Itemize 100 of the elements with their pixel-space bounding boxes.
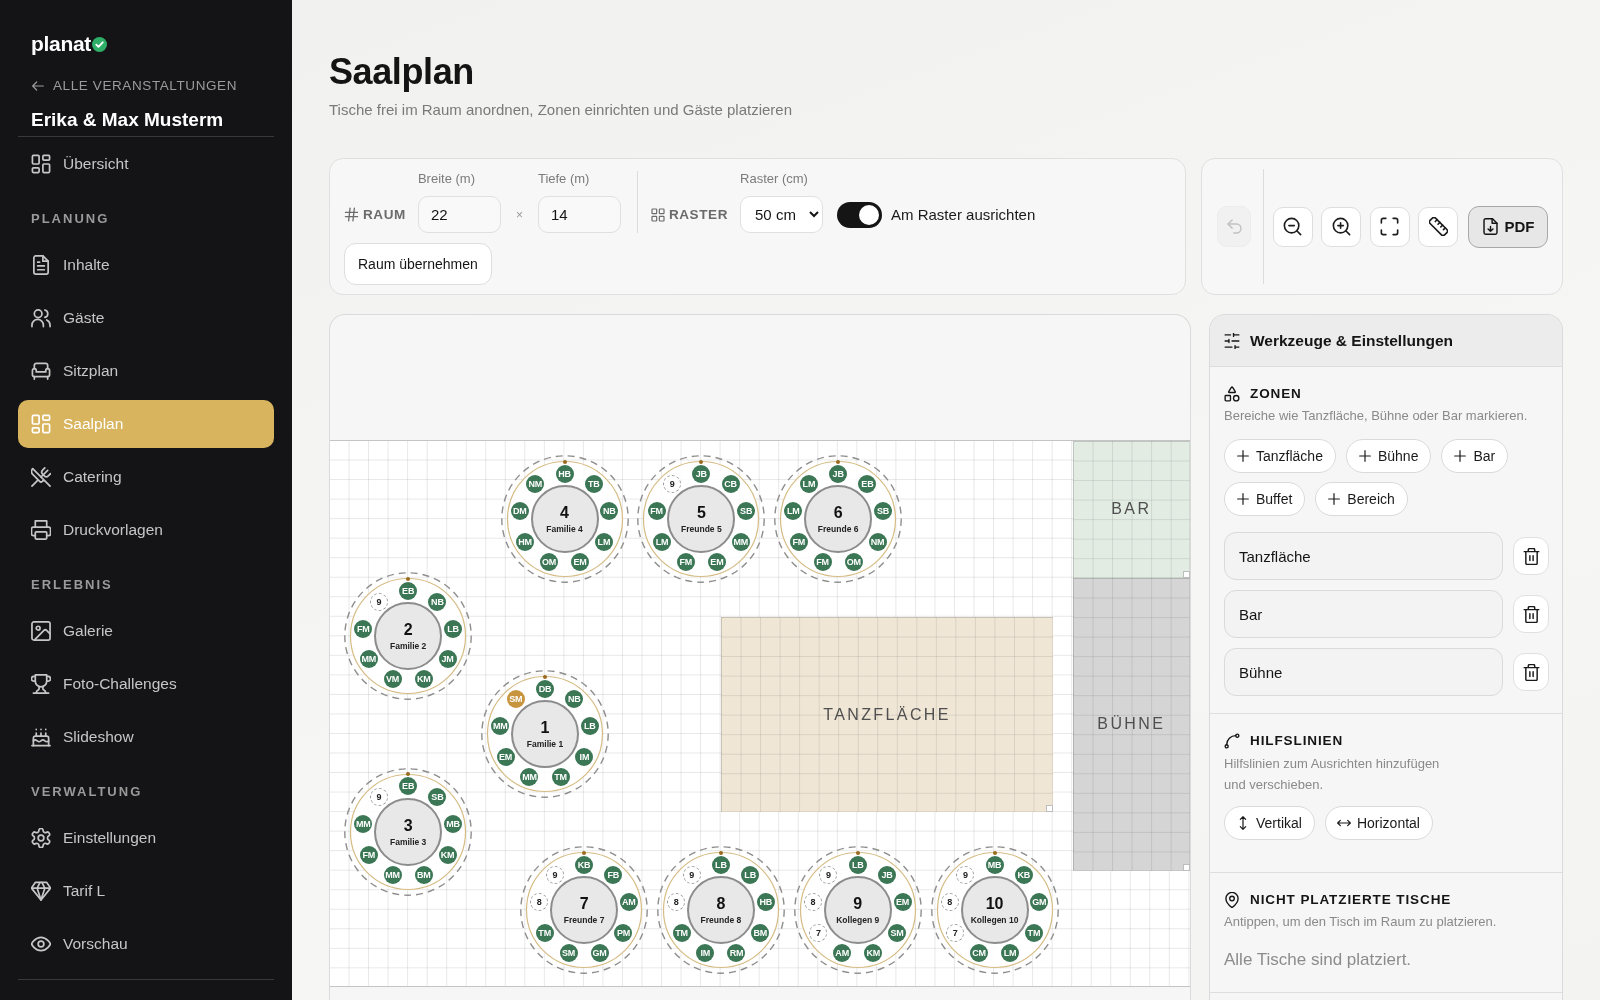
add-zone-button[interactable]: Bühne — [1345, 439, 1432, 473]
table-number: 7 — [579, 895, 589, 913]
zone-name-input[interactable]: Tanzfläche — [1224, 532, 1503, 580]
nav-section-heading: PLANUNG — [31, 211, 110, 227]
fit-view-button[interactable] — [1369, 206, 1410, 247]
delete-zone-button[interactable] — [1513, 595, 1549, 633]
section-heading: NICHT PLATZIERTE TISCHE — [1250, 892, 1452, 908]
resize-handle-icon[interactable] — [1183, 864, 1190, 871]
section-heading: HILFSLINIEN — [1250, 733, 1344, 749]
add-zone-button[interactable]: Tanzfläche — [1224, 439, 1336, 473]
dashboard-icon — [31, 414, 51, 434]
field-label: Raster (cm) — [740, 171, 808, 187]
arrow-left-icon — [31, 79, 45, 93]
field-label: Breite (m) — [417, 171, 475, 187]
add-guide-button[interactable]: Vertikal — [1224, 806, 1315, 840]
ring-dot-icon — [699, 459, 704, 464]
zoom-in-icon — [1331, 217, 1351, 236]
empty-state-text: Alle Tische sind platziert. — [1224, 949, 1413, 971]
nav-item[interactable]: Tarif L — [18, 867, 274, 915]
nav-section-heading: ERLEBNIS — [31, 577, 113, 593]
nav-item[interactable]: Druckvorlagen — [18, 506, 274, 554]
zoom-out-button[interactable] — [1272, 206, 1313, 247]
table-name: Familie 3 — [389, 836, 427, 847]
nav-item[interactable]: Sitzplan — [18, 347, 274, 395]
ring-dot-icon — [718, 850, 723, 855]
armchair-icon — [31, 361, 51, 381]
cake-icon — [31, 727, 51, 747]
logo-text: planat — [31, 32, 92, 56]
nav-item[interactable]: Inhalte — [18, 241, 274, 289]
table-number: 6 — [833, 504, 843, 522]
table-number: 9 — [853, 895, 863, 913]
field-label: Tiefe (m) — [537, 171, 590, 187]
check-circle-icon — [92, 36, 108, 52]
table-name: Familie 2 — [389, 641, 427, 652]
nav-item[interactable]: Einstellungen — [18, 814, 274, 862]
table-name: Familie 1 — [526, 739, 564, 750]
zone-area[interactable]: TANZFLÄCHE — [720, 616, 1054, 813]
ring-dot-icon — [406, 772, 411, 777]
hash-icon — [344, 207, 359, 222]
zone-name-input[interactable]: Bühne — [1224, 648, 1503, 696]
delete-zone-button[interactable] — [1513, 537, 1549, 575]
ring-dot-icon — [543, 674, 547, 679]
nav-item[interactable]: Gäste — [18, 294, 274, 342]
table-number: 10 — [985, 895, 1004, 913]
grid-icon — [650, 207, 665, 222]
nav-item[interactable]: Vorschau — [18, 920, 274, 968]
section-heading: ZONEN — [1250, 386, 1302, 402]
document-icon — [31, 255, 51, 275]
times-sign: × — [515, 206, 523, 224]
table-number: 3 — [403, 816, 413, 834]
zoom-in-button[interactable] — [1321, 206, 1361, 247]
pdf-button[interactable]: PDF — [1468, 205, 1548, 248]
width-input[interactable]: 22 — [417, 196, 501, 233]
ruler-button[interactable] — [1418, 206, 1458, 247]
depth-input[interactable]: 14 — [537, 196, 621, 233]
add-zone-button[interactable]: Bereich — [1315, 482, 1408, 516]
table-number: 1 — [540, 719, 550, 737]
event-name: Erika & Max Musterm — [31, 108, 225, 132]
section-description: Bereiche wie Tanzfläche, Bühne oder Bar markieren. — [1224, 407, 1529, 425]
apply-room-button[interactable]: Raum übernehmen — [344, 243, 492, 285]
resize-handle-icon[interactable] — [1046, 805, 1054, 813]
zone-area[interactable]: BÜHNE — [1072, 577, 1190, 871]
sliders-icon — [1224, 332, 1240, 349]
nav-item[interactable]: Slideshow — [18, 713, 274, 761]
plus-icon — [1453, 449, 1468, 463]
ring-dot-icon — [836, 459, 841, 464]
plus-icon — [1327, 492, 1342, 506]
zone-label: BÜHNE — [1097, 715, 1166, 734]
curve-icon — [1224, 733, 1240, 749]
zone-label: TANZFLÄCHE — [823, 705, 951, 724]
settings-icon — [31, 828, 51, 848]
zone-label: BAR — [1111, 500, 1152, 519]
table-name: Freunde 5 — [681, 524, 722, 535]
raster-select[interactable]: 50 cm — [740, 196, 824, 233]
image-icon — [31, 621, 51, 641]
trash-icon — [1522, 663, 1540, 681]
nav-item[interactable]: Foto-Challenges — [18, 660, 274, 708]
map-pin-icon — [1224, 892, 1240, 908]
nav-item[interactable]: Übersicht — [18, 140, 274, 188]
users-icon — [31, 308, 51, 328]
ring-dot-icon — [406, 576, 411, 581]
corners-icon — [1380, 217, 1399, 236]
plus-icon — [1236, 449, 1250, 463]
zone-area[interactable]: BAR — [1072, 441, 1190, 578]
trash-icon — [1522, 547, 1540, 565]
nav-item[interactable]: Galerie — [18, 607, 274, 655]
table-name: Kollegen 9 — [836, 915, 880, 926]
ring-dot-icon — [855, 850, 860, 855]
trash-icon — [1522, 605, 1540, 623]
delete-zone-button[interactable] — [1513, 653, 1549, 691]
nav-item[interactable]: Catering — [18, 453, 274, 501]
add-guide-button[interactable]: Horizontal — [1324, 806, 1433, 840]
add-zone-button[interactable]: Bar — [1441, 439, 1509, 473]
nav-section-heading: VERWALTUNG — [31, 784, 143, 800]
zone-name-input[interactable]: Bar — [1224, 590, 1503, 638]
add-zone-button[interactable]: Buffet — [1224, 482, 1306, 516]
ring-dot-icon — [562, 459, 567, 464]
snap-toggle[interactable] — [837, 201, 883, 228]
back-link[interactable]: ALLE VERANSTALTUNGEN — [31, 78, 238, 94]
resize-handle-icon[interactable] — [1183, 570, 1190, 578]
